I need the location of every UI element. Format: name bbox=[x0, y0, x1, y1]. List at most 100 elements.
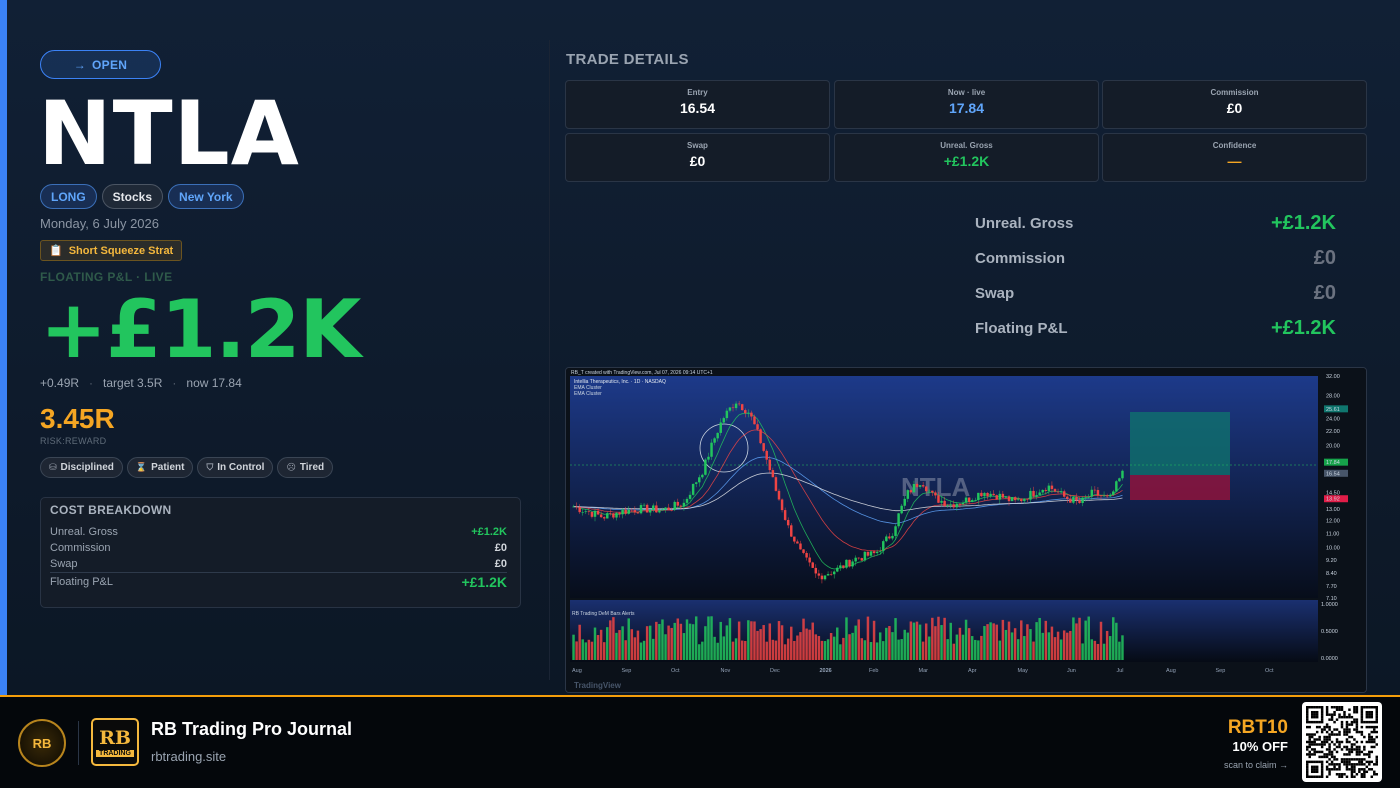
indicator-bar bbox=[869, 642, 873, 660]
indicator-bar bbox=[728, 618, 732, 660]
candle-body bbox=[958, 503, 962, 505]
candle-body bbox=[612, 513, 615, 518]
tag-session: New York bbox=[168, 184, 244, 209]
time-axis-label: Sep bbox=[622, 668, 632, 674]
candle-body bbox=[863, 551, 867, 561]
candle-body bbox=[1081, 497, 1084, 503]
trade-details-title: TRADE DETAILS bbox=[566, 51, 689, 68]
brand-name: RB Trading Pro Journal bbox=[151, 719, 353, 739]
summary-value: £0 bbox=[1313, 281, 1336, 304]
footer-bar: RB RB TRADING RB Trading Pro Journal rbt… bbox=[0, 695, 1400, 788]
cost-label: Commission bbox=[50, 542, 111, 554]
candle-body bbox=[648, 509, 652, 513]
indicator-bar bbox=[955, 634, 959, 660]
indicator-bar bbox=[593, 627, 597, 660]
candle-body bbox=[618, 512, 621, 515]
candle-body bbox=[1118, 478, 1121, 482]
indicator-bar bbox=[900, 639, 903, 660]
indicator-bar bbox=[854, 625, 857, 660]
indicator-bar bbox=[1078, 617, 1081, 660]
candle-body bbox=[1090, 489, 1094, 497]
candle-body bbox=[1075, 497, 1078, 501]
indicator-bar bbox=[661, 619, 664, 660]
price-axis-label: 11.00 bbox=[1326, 531, 1339, 537]
indicator-bar bbox=[802, 618, 805, 660]
candle-body bbox=[878, 550, 882, 552]
candle-body bbox=[790, 525, 793, 537]
cost-row-floating-pnl: Floating P&L +£1.2K bbox=[50, 572, 507, 590]
time-axis-label: Aug bbox=[1166, 668, 1176, 674]
pnl-meta-line: +0.49R · target 3.5R · now 17.84 bbox=[40, 376, 242, 390]
indicator-bar bbox=[768, 623, 772, 660]
now-price: now 17.84 bbox=[186, 376, 242, 390]
indicator-bar bbox=[599, 629, 603, 660]
candle-body bbox=[909, 490, 913, 493]
qr-code[interactable] bbox=[1302, 702, 1382, 782]
indicator-bar bbox=[820, 640, 824, 660]
price-axis-label: 24.00 bbox=[1326, 416, 1340, 422]
indicator-bar bbox=[937, 616, 940, 660]
tile-value: 17.84 bbox=[948, 100, 985, 116]
candle-body bbox=[768, 459, 772, 471]
logo-sub: TRADING bbox=[96, 749, 134, 757]
candle-body bbox=[771, 470, 775, 478]
column-divider bbox=[549, 40, 550, 680]
candle-body bbox=[802, 549, 805, 553]
indicator-bar bbox=[974, 639, 977, 660]
indicator-bar bbox=[750, 621, 753, 660]
tired-face-icon: ☹ bbox=[286, 462, 296, 472]
indicator-bar bbox=[731, 641, 735, 660]
time-axis-label: Nov bbox=[721, 668, 731, 674]
candle-body bbox=[744, 410, 747, 414]
candle-body bbox=[572, 506, 575, 508]
price-axis-label: 20.00 bbox=[1326, 443, 1340, 449]
indicator-bar bbox=[1118, 641, 1121, 660]
indicator-bar bbox=[1044, 620, 1048, 660]
indicator-bar bbox=[575, 641, 578, 660]
indicator-bar bbox=[1056, 631, 1060, 660]
candle-body bbox=[915, 483, 919, 487]
indicator-bar bbox=[906, 632, 910, 660]
price-axis-label: 25.61 bbox=[1326, 407, 1340, 413]
candle-body bbox=[826, 574, 830, 576]
candle-body bbox=[682, 502, 686, 507]
chart-screenshot: RB_T created with TradingView.com, Jul 0… bbox=[565, 367, 1367, 693]
indicator-bar bbox=[1072, 617, 1075, 660]
price-axis-label: 9.20 bbox=[1326, 558, 1337, 564]
indicator-bar bbox=[885, 627, 888, 660]
candle-body bbox=[866, 551, 870, 556]
emotion-tired: ☹ Tired bbox=[277, 457, 334, 478]
candle-body bbox=[860, 558, 864, 561]
candle-body bbox=[943, 500, 946, 507]
indicator-bar bbox=[839, 644, 842, 660]
brand-url[interactable]: rbtrading.site bbox=[151, 749, 226, 764]
indicator-bar bbox=[845, 617, 848, 660]
candle-body bbox=[977, 492, 980, 500]
candle-body bbox=[949, 504, 952, 506]
candle-body bbox=[747, 412, 750, 414]
indicator-bar bbox=[1029, 629, 1032, 660]
indicator-bar bbox=[986, 624, 989, 660]
cost-label: Unreal. Gross bbox=[50, 526, 118, 538]
tradingview-footer: TradingView bbox=[574, 681, 622, 690]
candle-body bbox=[786, 519, 790, 526]
candle-body bbox=[1087, 496, 1090, 498]
indicator-bar bbox=[719, 621, 722, 660]
candle-body bbox=[869, 551, 873, 556]
time-axis-label: Oct bbox=[1265, 668, 1274, 674]
indicator-bar bbox=[1053, 637, 1057, 660]
indicator-bar bbox=[952, 643, 956, 660]
indicator-bar bbox=[771, 639, 775, 660]
time-axis-label: Dec bbox=[770, 668, 780, 674]
candle-body bbox=[998, 493, 1002, 500]
candle-body bbox=[722, 418, 726, 423]
indicator-bar bbox=[1081, 643, 1084, 660]
brand-badge: RB bbox=[18, 719, 66, 767]
candle-body bbox=[1047, 485, 1051, 491]
indicator-bar bbox=[1016, 639, 1020, 660]
candle-body bbox=[937, 495, 940, 503]
candle-body bbox=[970, 500, 974, 502]
indicator-bar bbox=[584, 642, 588, 660]
indicator-bar bbox=[992, 623, 995, 660]
indicator-bar bbox=[710, 616, 713, 660]
